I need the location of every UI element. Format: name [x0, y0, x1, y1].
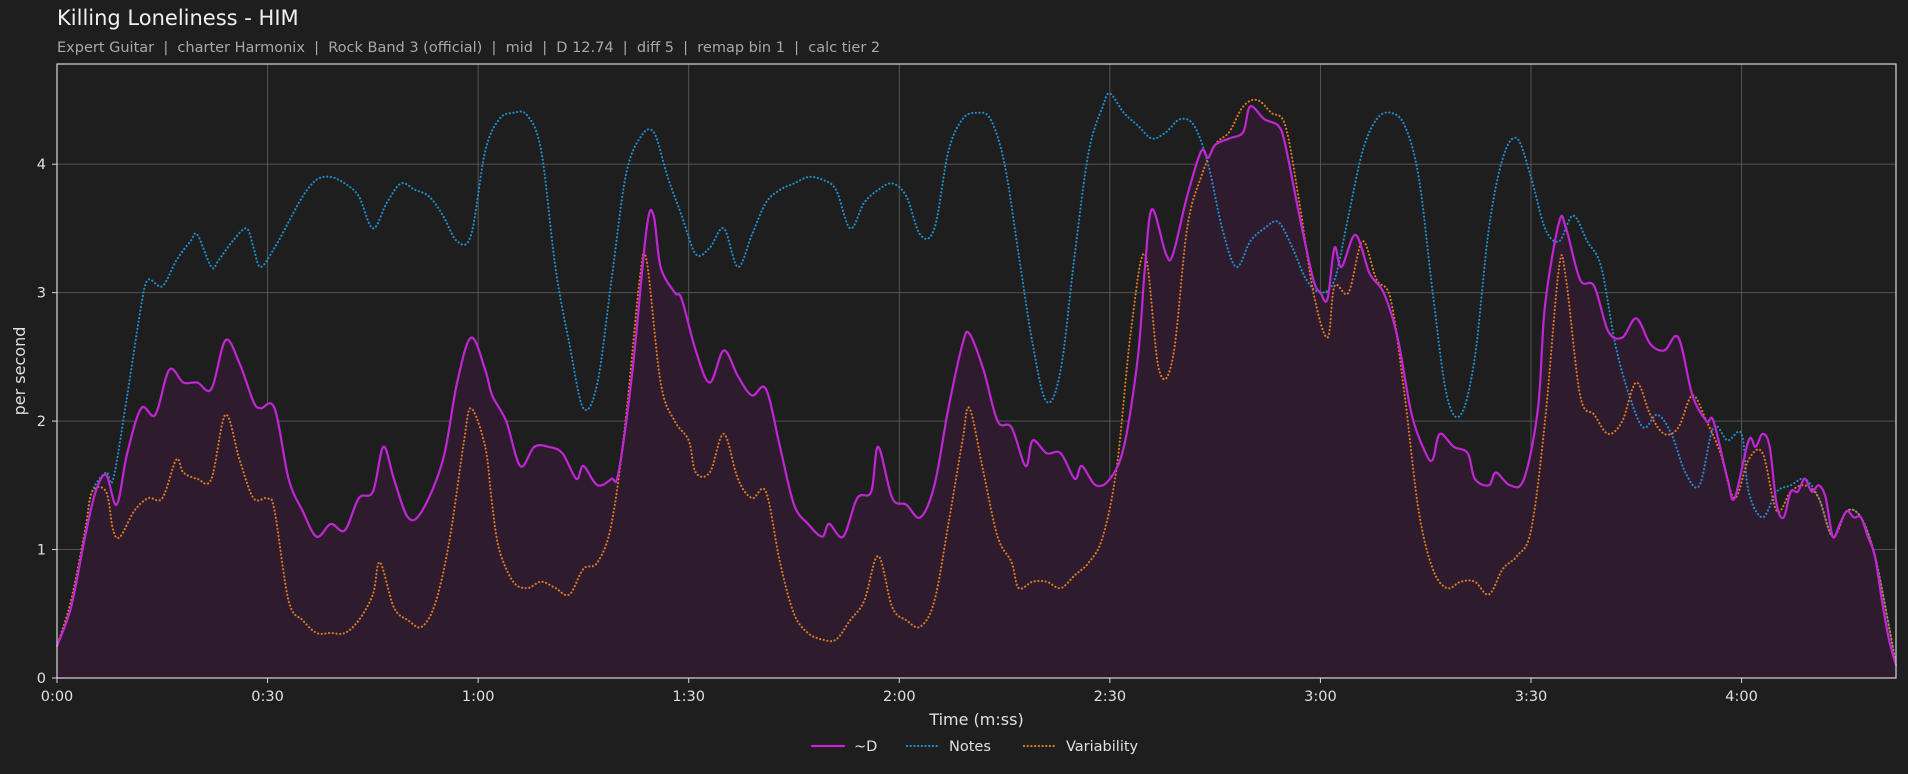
legend-label: ~D	[854, 739, 877, 755]
y-axis-label: per second	[10, 327, 29, 416]
line-chart: 0:00 0:30 1:00 1:30 2:00 2:30 3:00 3:30 4:00 0 1 2 3…	[10, 63, 1898, 755]
y-tick-label: 3	[37, 286, 46, 302]
x-tick-label: 2:30	[1094, 689, 1127, 705]
y-tick-label: 2	[37, 414, 46, 430]
x-axis-label: Time (m:ss)	[928, 710, 1023, 729]
legend: ~D Notes Variability	[810, 739, 1139, 755]
y-tick-label: 1	[37, 543, 46, 559]
x-tick-label: 1:30	[672, 689, 705, 705]
series-fill-area	[57, 106, 1896, 679]
x-tick-label: 0:30	[251, 689, 284, 705]
x-tick-label: 4:00	[1725, 689, 1758, 705]
legend-label: Variability	[1066, 739, 1139, 755]
x-tick-label: 3:00	[1304, 689, 1337, 705]
x-tick-label: 0:00	[41, 689, 74, 705]
x-tick-label: 1:00	[462, 689, 495, 705]
y-tick-label: 0	[37, 671, 46, 687]
y-tick-label: 4	[37, 157, 46, 173]
x-tick-label: 2:00	[883, 689, 916, 705]
legend-label: Notes	[949, 739, 991, 755]
d-area-fill	[57, 106, 1896, 679]
x-tick-label: 3:30	[1515, 689, 1548, 705]
